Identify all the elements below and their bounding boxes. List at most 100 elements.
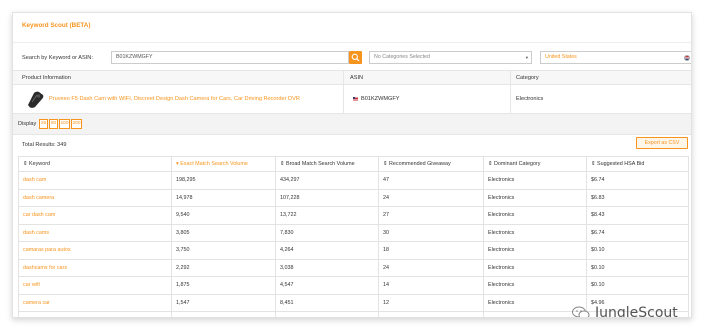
search-icon [351, 53, 360, 62]
sort-broad-volume-header[interactable]: ⇕ Broad Match Search Volume [275, 156, 379, 172]
column-divider [343, 85, 344, 113]
hsa-bid-cell: $6.74 [586, 223, 689, 242]
broad-volume-cell: 13,722 [275, 206, 379, 225]
display-label: Display [18, 121, 37, 127]
table-row: car wifi 1,875 4,547 14 Electronics $0.10 [18, 276, 689, 295]
exact-volume-cell: 3,805 [171, 223, 276, 242]
hsa-bid-cell: $0.10 [586, 276, 689, 295]
display-option-100[interactable]: 100 [59, 119, 70, 129]
product-asin-value: B01KZWMGFY [361, 96, 400, 102]
broad-volume-cell: 7,830 [275, 223, 379, 242]
category-cell: Electronics [483, 258, 587, 277]
product-header-info: Product Information [22, 75, 71, 81]
exact-volume-cell: 1,534 [171, 311, 276, 317]
total-results: Total Results: 349 [22, 142, 67, 148]
category-cell: Electronics [483, 223, 587, 242]
sort-giveaway-header[interactable]: ⇕ Recommended Giveaway [378, 156, 484, 172]
category-cell: Electronics [483, 171, 587, 190]
keyword-cell[interactable]: dash camera [18, 188, 172, 207]
product-table-header: Product Information ASIN Category [13, 70, 691, 85]
product-header-category: Category [516, 75, 539, 81]
category-select[interactable]: No Categories Selected ▾ [369, 51, 532, 64]
giveaway-cell: 18 [378, 241, 484, 260]
exact-volume-cell: 9,540 [171, 206, 276, 225]
display-option-50[interactable]: 50 [49, 119, 58, 129]
watermark-text: JungleScout [595, 305, 678, 318]
giveaway-cell: 24 [378, 188, 484, 207]
keyword-cell[interactable]: camaras para autos [18, 241, 172, 260]
hsa-bid-cell: $6.74 [586, 171, 689, 190]
category-select-value: No Categories Selected [374, 54, 430, 60]
product-category: Electronics [516, 96, 544, 102]
table-row: car dash cam 9,540 13,722 27 Electronics $8.4… [18, 206, 689, 225]
category-cell: Electronics [483, 276, 587, 295]
column-divider [510, 71, 511, 84]
broad-volume-cell: 8,451 [275, 293, 379, 312]
search-label: Search by Keyword or ASIN: [22, 55, 93, 61]
keyword-cell[interactable]: dash cam [18, 171, 172, 190]
chevron-down-icon: ▾ [525, 55, 528, 60]
hsa-bid-cell: $6.83 [586, 188, 689, 207]
display-option-25[interactable]: 25 [39, 119, 48, 129]
display-bar: Display 25 50 100 200 [13, 114, 691, 135]
us-flag-icon [684, 55, 690, 61]
table-row: dash cams 3,805 7,830 30 Electronics $6.74 [18, 223, 689, 242]
giveaway-cell: 47 [378, 171, 484, 190]
exact-volume-cell: 14,978 [171, 188, 276, 207]
broad-volume-cell: 3,141 [275, 311, 379, 317]
giveaway-cell: 24 [378, 258, 484, 277]
giveaway-cell: 30 [378, 223, 484, 242]
sort-exact-volume-header[interactable]: ▾ Exact Match Search Volume [171, 156, 276, 172]
product-header-asin: ASIN [350, 75, 364, 81]
keyword-cell[interactable]: dashcams for cars [18, 258, 172, 277]
exact-volume-cell: 3,750 [171, 241, 276, 260]
giveaway-cell: 14 [378, 276, 484, 295]
exact-volume-cell: 1,547 [171, 293, 276, 312]
page-title: Keyword Scout (BETA) [22, 22, 91, 29]
country-select[interactable]: United States ▾ [540, 51, 691, 64]
column-divider [343, 71, 344, 84]
display-option-200[interactable]: 200 [71, 119, 82, 129]
table-row: dash camera 14,978 107,228 24 Electronics $6.… [18, 188, 689, 207]
keyword-scout-panel: Keyword Scout (BETA) Search by Keyword o… [12, 12, 692, 318]
product-row: Pruveeo F5 Dash Cam with WIFI, Discreet … [13, 85, 691, 114]
table-row: dash cam 198,295 434,297 47 Electronics $6.74 [18, 171, 689, 190]
exact-volume-cell: 1,875 [171, 276, 276, 295]
product-asin: B01KZWMGFY [353, 96, 400, 102]
export-csv-button[interactable]: Export as CSV [636, 137, 688, 149]
broad-volume-cell: 107,228 [275, 188, 379, 207]
category-cell: Electronics [483, 206, 587, 225]
exact-volume-cell: 2,292 [171, 258, 276, 277]
us-flag-icon [353, 96, 358, 101]
keyword-cell[interactable]: car dash camera [18, 311, 172, 317]
product-name-link[interactable]: Pruveeo F5 Dash Cam with WIFI, Discreet … [49, 96, 300, 102]
broad-volume-cell: 434,297 [275, 171, 379, 190]
sort-category-header[interactable]: ⇕ Dominant Category [483, 156, 587, 172]
keyword-cell[interactable]: dash cams [18, 223, 172, 242]
sort-hsa-bid-header[interactable]: ⇕ Suggested HSA Bid [586, 156, 689, 172]
keyword-cell[interactable]: car wifi [18, 276, 172, 295]
broad-volume-cell: 4,547 [275, 276, 379, 295]
wechat-icon [572, 306, 590, 317]
keyword-cell[interactable]: car dash cam [18, 206, 172, 225]
keyword-table: ⇕ Keyword ▾ Exact Match Search Volume ⇕ … [18, 156, 689, 317]
dash-cam-product-image [28, 91, 44, 108]
hsa-bid-cell: $0.10 [586, 241, 689, 260]
column-divider [510, 85, 511, 113]
keyword-table-header: ⇕ Keyword ▾ Exact Match Search Volume ⇕ … [18, 156, 689, 172]
sort-keyword-header[interactable]: ⇕ Keyword [18, 156, 172, 172]
search-input[interactable]: B01KZWMGFY [111, 51, 349, 64]
broad-volume-cell: 3,038 [275, 258, 379, 277]
broad-volume-cell: 4,264 [275, 241, 379, 260]
giveaway-cell: 12 [378, 293, 484, 312]
table-row: dashcams for cars 2,292 3,038 24 Electronics… [18, 258, 689, 277]
category-cell: Electronics [483, 188, 587, 207]
category-cell: Electronics [483, 241, 587, 260]
table-row: camaras para autos 3,750 4,264 18 Electronic… [18, 241, 689, 260]
junglescout-watermark: JungleScout [571, 305, 678, 318]
title-divider [13, 42, 691, 43]
keyword-cell[interactable]: camera car [18, 293, 172, 312]
search-button[interactable] [349, 51, 362, 64]
hsa-bid-cell: $8.43 [586, 206, 689, 225]
giveaway-cell: 10 [378, 311, 484, 317]
